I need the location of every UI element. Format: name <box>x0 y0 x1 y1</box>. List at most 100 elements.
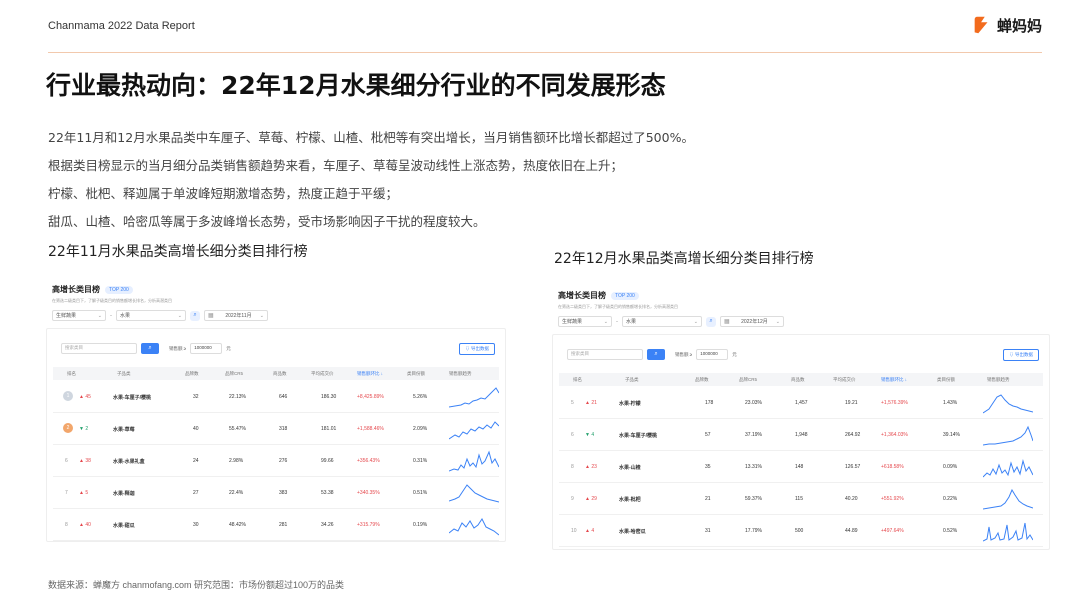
brand-name: 蝉妈妈 <box>996 16 1042 35</box>
col-price[interactable]: 平均成交价 <box>311 371 334 377</box>
search-bar: 搜索类目 ⌕ 销售额 ≥ 1000000 元 <box>567 349 737 360</box>
export-button[interactable]: ⇩ 导出数据 <box>459 343 495 355</box>
rank-medal-icon: 2 <box>63 423 73 433</box>
brand-count: 40 <box>193 426 199 432</box>
trend-sparkline <box>983 459 1033 478</box>
sales-filter-input[interactable]: 1000000 <box>696 349 729 360</box>
brand-count: 32 <box>193 394 199 400</box>
sales-filter-input[interactable]: 1000000 <box>190 343 223 354</box>
category-name[interactable]: 水果-草莓 <box>113 426 135 433</box>
panel-header: 高增长类目榜 TOP 200 <box>558 290 639 301</box>
category-name[interactable]: 水果-车厘子/樱桃 <box>113 394 151 401</box>
trend-sparkline <box>983 425 1033 446</box>
search-button[interactable]: ⌕ <box>647 349 665 360</box>
table-row[interactable]: 6 ▼ 4 水果-车厘子/樱桃 57 37.19% 1,948 264.92 +… <box>559 419 1043 451</box>
header-divider <box>48 52 1042 53</box>
category-name[interactable]: 水果-车厘子/樱桃 <box>619 432 657 439</box>
col-brands[interactable]: 品牌数 <box>185 371 199 377</box>
brand-count: 30 <box>193 522 199 528</box>
table-row[interactable]: 6 ▲ 38 水果-水果礼盒 24 2.98% 276 99.66 +356.4… <box>53 445 499 477</box>
category-name[interactable]: 水果-释迦 <box>113 490 135 497</box>
sales-filter-label: 销售额 ≥ <box>169 345 187 351</box>
avg-price: 40.20 <box>845 496 858 502</box>
sales-growth: +8,425.89% <box>357 394 384 400</box>
col-growth[interactable]: 销售额环比 ↓ <box>881 377 907 383</box>
col-growth[interactable]: 销售额环比 ↓ <box>357 371 383 377</box>
rank-change: ▲ 45 <box>79 394 91 400</box>
table-row[interactable]: 8 ▲ 23 水果-山楂 35 13.31% 148 126.57 +618.5… <box>559 451 1043 483</box>
category-name[interactable]: 水果-柠檬 <box>619 400 641 407</box>
avg-price: 19.21 <box>845 400 858 406</box>
col-share[interactable]: 类目份额 <box>407 371 425 377</box>
filter-bar: 生鲜蔬果 ⌄ - 水果 ⌄ ⌕ ▦ 2022年12月 ⌄ <box>558 316 784 327</box>
product-count: 115 <box>795 496 803 502</box>
search-button[interactable]: ⌕ <box>141 343 159 354</box>
top-badge: TOP 200 <box>105 285 133 294</box>
brand-cr5: 13.31% <box>745 464 762 470</box>
col-cr5[interactable]: 品牌CR5 <box>225 371 243 377</box>
category-share: 0.09% <box>943 464 958 470</box>
col-price[interactable]: 平均成交价 <box>833 377 856 383</box>
trend-sparkline <box>449 484 499 503</box>
search-icon[interactable]: ⌕ <box>706 316 716 327</box>
search-input[interactable]: 搜索类目 <box>61 343 137 354</box>
brand-cr5: 37.19% <box>745 432 762 438</box>
filter-bar: 生鲜蔬果 ⌄ - 水果 ⌄ ⌕ ▦ 2022年11月 ⌄ <box>52 310 268 321</box>
panel-subtitle: 在筛选二级类目下，了解子级类目的销售额增长排名，分析高潜类目 <box>558 304 678 309</box>
avg-price: 186.30 <box>321 394 337 400</box>
brand-cr5: 55.47% <box>229 426 246 432</box>
date-select[interactable]: ▦ 2022年11月 ⌄ <box>204 310 268 321</box>
col-share[interactable]: 类目份额 <box>937 377 955 383</box>
table-row[interactable]: 1 ▲ 45 水果-车厘子/樱桃 32 22.13% 646 186.30 +8… <box>53 381 499 413</box>
rank-number: 8 <box>571 464 574 470</box>
sales-growth: +356.43% <box>357 458 380 464</box>
table-row[interactable]: 10 ▲ 4 水果-哈密瓜 31 17.79% 500 44.89 +497.6… <box>559 515 1043 547</box>
rank-change: ▲ 5 <box>79 490 89 496</box>
table-row[interactable]: 8 ▲ 40 水果-甜瓜 30 48.42% 281 34.26 +315.79… <box>53 509 499 541</box>
product-count: 383 <box>279 490 288 496</box>
col-trend: 销售额趋势 <box>987 377 1010 382</box>
rank-change: ▲ 4 <box>585 528 595 534</box>
section-title-nov: 22年11月水果品类高增长细分类目排行榜 <box>48 244 308 260</box>
table-row[interactable]: 9 ▲ 29 水果-枇杷 21 59.37% 115 40.20 +551.92… <box>559 483 1043 515</box>
rank-number: 6 <box>65 458 68 464</box>
search-icon[interactable]: ⌕ <box>190 310 200 321</box>
ranking-panel-nov: 高增长类目榜 TOP 200 在筛选二级类目下，了解子级类目的销售额增长排名，分… <box>46 278 506 542</box>
brand-count: 21 <box>705 496 711 502</box>
search-input[interactable]: 搜索类目 <box>567 349 643 360</box>
date-select[interactable]: ▦ 2022年12月 ⌄ <box>720 316 784 327</box>
category-name[interactable]: 水果-水果礼盒 <box>113 458 145 465</box>
report-label: Chanmama 2022 Data Report <box>48 20 195 32</box>
category-name[interactable]: 水果-哈密瓜 <box>619 528 646 535</box>
category-select-1[interactable]: 生鲜蔬果 ⌄ <box>558 316 612 327</box>
brand-count: 24 <box>193 458 199 464</box>
category-name[interactable]: 水果-甜瓜 <box>113 522 135 529</box>
col-cr5[interactable]: 品牌CR5 <box>739 377 757 383</box>
chevron-down-icon: ⌄ <box>97 312 102 319</box>
col-products[interactable]: 商品数 <box>791 377 805 383</box>
export-button[interactable]: ⇩ 导出数据 <box>1003 349 1039 361</box>
col-products[interactable]: 商品数 <box>273 371 287 377</box>
table-row[interactable]: 2 ▼ 2 水果-草莓 40 55.47% 318 181.01 +1,588.… <box>53 413 499 445</box>
category-select-2[interactable]: 水果 ⌄ <box>116 310 186 321</box>
rank-number: 9 <box>571 496 574 502</box>
sales-growth: +315.79% <box>357 522 380 528</box>
rank-number: 8 <box>65 522 68 528</box>
col-brands[interactable]: 品牌数 <box>695 377 709 383</box>
sales-filter-label: 销售额 ≥ <box>675 351 693 357</box>
brand-cr5: 22.13% <box>229 394 246 400</box>
category-select-2[interactable]: 水果 ⌄ <box>622 316 702 327</box>
trend-sparkline <box>449 421 499 440</box>
category-name[interactable]: 水果-枇杷 <box>619 496 641 503</box>
category-select-1[interactable]: 生鲜蔬果 ⌄ <box>52 310 106 321</box>
panel-title: 高增长类目榜 <box>558 291 606 300</box>
category-share: 0.31% <box>413 458 428 464</box>
page-title: 行业最热动向：22年12月水果细分行业的不同发展形态 <box>46 71 666 100</box>
category-name[interactable]: 水果-山楂 <box>619 464 641 471</box>
section-title-dec: 22年12月水果品类高增长细分类目排行榜 <box>554 251 814 267</box>
rank-change: ▼ 4 <box>585 432 595 438</box>
table-row[interactable]: 5 ▲ 21 水果-柠檬 178 23.03% 1,457 19.21 +1,5… <box>559 387 1043 419</box>
table-row[interactable]: 7 ▲ 5 水果-释迦 27 22.4% 383 53.38 +340.35% … <box>53 477 499 509</box>
product-count: 276 <box>279 458 288 464</box>
sales-unit: 元 <box>732 351 737 357</box>
